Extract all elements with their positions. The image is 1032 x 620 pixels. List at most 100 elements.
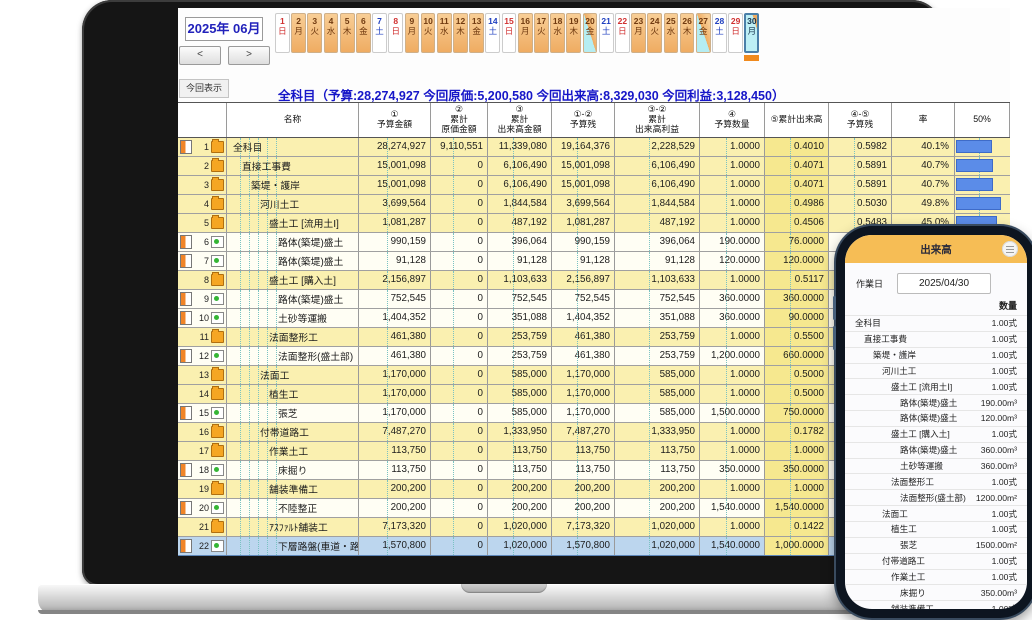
work-date-field[interactable]: 2025/04/30 (897, 273, 991, 294)
day-number: 14 (488, 16, 497, 26)
value-cell: 487,192 (615, 214, 700, 232)
phone-list-item[interactable]: 植生工1.00式 (845, 521, 1027, 537)
calendar-day[interactable]: 16月 (518, 13, 533, 53)
phone-list-item[interactable]: 床掘り350.00m³ (845, 584, 1027, 600)
calendar-day[interactable]: 3火 (307, 13, 322, 53)
phone-list-item[interactable]: 張芝1500.00m² (845, 537, 1027, 553)
calendar-day[interactable]: 10火 (421, 13, 436, 53)
calendar-day[interactable]: 9月 (405, 13, 420, 53)
calendar-day[interactable]: 23月 (631, 13, 646, 53)
calendar-day[interactable]: 7土 (372, 13, 387, 53)
phone-list-item[interactable]: 路体(築堤)盛土120.00m³ (845, 410, 1027, 426)
calendar-day[interactable]: 13金 (469, 13, 484, 53)
phone-item-quantity: 1.00式 (992, 349, 1027, 361)
phone-list-item[interactable]: 法面整形(盛土部)1200.00m² (845, 489, 1027, 505)
row-checkbox-icon[interactable] (180, 235, 192, 249)
calendar-day[interactable]: 5木 (340, 13, 355, 53)
table-row[interactable]: 1全科目28,274,9279,110,55111,339,08019,164,… (178, 138, 1010, 157)
calendar-day[interactable]: 4水 (324, 13, 339, 53)
table-row[interactable]: 2直接工事費15,001,09806,106,49015,001,0986,10… (178, 157, 1010, 176)
column-header: ①-② 予算残 (552, 103, 615, 137)
value-cell: 90.0000 (765, 309, 829, 327)
prev-month-button[interactable]: < (179, 46, 221, 65)
calendar-day[interactable]: 24火 (647, 13, 662, 53)
row-gutter: 7 (178, 252, 227, 270)
phone-list-item[interactable]: 盛土工 [流用土Ⅰ]1.00式 (845, 378, 1027, 394)
phone-list-item[interactable]: 築堤・護岸1.00式 (845, 347, 1027, 363)
row-checkbox-icon[interactable] (180, 539, 192, 553)
phone-list-item[interactable]: 河川土工1.00式 (845, 363, 1027, 379)
phone-list-item[interactable]: 舗装準備工1.00式 (845, 600, 1027, 609)
value-cell: 1.0000 (765, 480, 829, 498)
phone-list-item[interactable]: 路体(築堤)盛土190.00m³ (845, 394, 1027, 410)
calendar-day[interactable]: 6金 (356, 13, 371, 53)
phone-list-item[interactable]: 法面整形工1.00式 (845, 473, 1027, 489)
phone-item-quantity: 350.00m³ (981, 588, 1027, 598)
month-selector[interactable]: 2025年 06月 (185, 17, 263, 41)
menu-icon[interactable] (1002, 241, 1018, 257)
row-checkbox-icon[interactable] (180, 140, 192, 154)
calendar-day[interactable]: 2月 (291, 13, 306, 53)
phone-list-item[interactable]: 全科目1.00式 (845, 315, 1027, 331)
calendar-day[interactable]: 12木 (453, 13, 468, 53)
value-cell: 461,380 (552, 347, 615, 365)
value-cell: 200,200 (488, 480, 552, 498)
row-checkbox-icon[interactable] (180, 349, 192, 363)
calendar-day[interactable]: 25水 (664, 13, 679, 53)
row-checkbox-icon[interactable] (180, 501, 192, 515)
calendar-day[interactable]: 20金 (583, 13, 598, 53)
value-cell: 253,759 (488, 328, 552, 346)
row-checkbox-icon[interactable] (180, 406, 192, 420)
value-cell: 1,570,800 (552, 537, 615, 555)
calendar-day[interactable]: 1日 (275, 13, 290, 53)
value-cell: 200,200 (552, 480, 615, 498)
value-cell: 76.0000 (765, 233, 829, 251)
phone-item-name: 法面整形(盛土部) (900, 492, 966, 504)
calendar-day[interactable]: 29日 (728, 13, 743, 53)
folder-icon (211, 160, 224, 172)
row-number: 19 (192, 484, 211, 494)
calendar-day[interactable]: 15日 (502, 13, 517, 53)
row-checkbox-icon[interactable] (180, 254, 192, 268)
phone-list-item[interactable]: 盛土工 [購入土]1.00式 (845, 426, 1027, 442)
calendar-day[interactable]: 11水 (437, 13, 452, 53)
calendar-day[interactable]: 26木 (680, 13, 695, 53)
item-name: 作業土工 (269, 444, 308, 458)
calendar-day[interactable]: 17火 (534, 13, 549, 53)
phone-list-item[interactable]: 土砂等運搬360.00m³ (845, 458, 1027, 474)
calendar-day[interactable]: 19木 (566, 13, 581, 53)
value-cell: 461,380 (552, 328, 615, 346)
calendar-day[interactable]: 18水 (550, 13, 565, 53)
calendar-day[interactable]: 22日 (615, 13, 630, 53)
leaf-item-icon (211, 255, 224, 267)
row-number: 14 (192, 389, 211, 399)
phone-list-item[interactable]: 法面工1.00式 (845, 505, 1027, 521)
column-header (178, 103, 227, 137)
calendar-day[interactable]: 21土 (599, 13, 614, 53)
phone-list-item[interactable]: 作業土工1.00式 (845, 569, 1027, 585)
phone-list-item[interactable]: 付帯道路工1.00式 (845, 553, 1027, 569)
table-row[interactable]: 3築堤・護岸15,001,09806,106,49015,001,0986,10… (178, 176, 1010, 195)
row-checkbox-icon[interactable] (180, 463, 192, 477)
day-weekday: 月 (748, 26, 757, 36)
table-row[interactable]: 4河川土工3,699,56401,844,5843,699,5641,844,5… (178, 195, 1010, 214)
phone-list-item[interactable]: 路体(築堤)盛土360.00m³ (845, 442, 1027, 458)
value-cell: 0.5000 (765, 366, 829, 384)
row-checkbox-icon[interactable] (180, 311, 192, 325)
day-number: 19 (569, 16, 578, 26)
row-checkbox-icon[interactable] (180, 292, 192, 306)
calendar-day[interactable]: 28土 (712, 13, 727, 53)
item-name: 張芝 (278, 406, 298, 420)
calendar-day[interactable]: 14土 (485, 13, 500, 53)
next-month-button[interactable]: > (228, 46, 270, 65)
calendar-day[interactable]: 8日 (388, 13, 403, 53)
calendar-day[interactable]: 27金 (696, 13, 711, 53)
value-cell: 1.0000 (700, 157, 765, 175)
item-name: 付帯道路工 (260, 425, 309, 439)
calendar-day-selected[interactable]: 30月 (744, 13, 759, 53)
row-number: 6 (192, 237, 211, 247)
quantity-column-header: 数量 (845, 299, 1027, 313)
phone-item-quantity: 1.00式 (992, 365, 1027, 377)
current-view-button[interactable]: 今回表示 (179, 79, 229, 98)
phone-list-item[interactable]: 直接工事費1.00式 (845, 331, 1027, 347)
